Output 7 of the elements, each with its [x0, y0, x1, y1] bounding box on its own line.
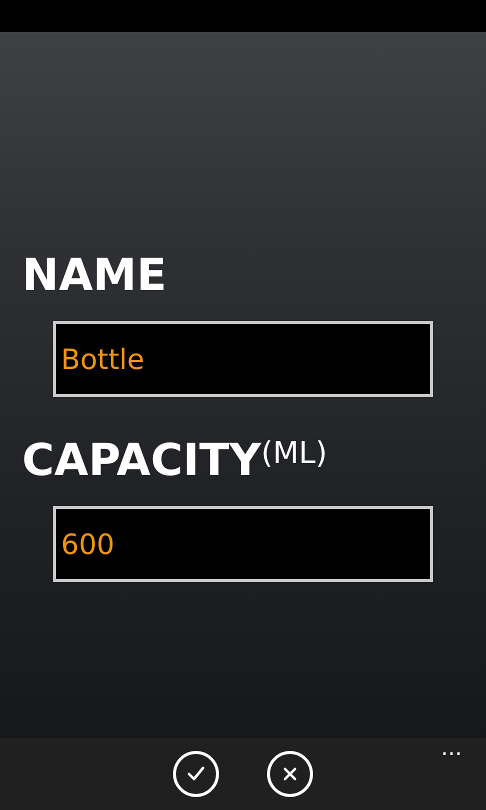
cancel-button[interactable]	[267, 751, 313, 797]
field-label: NAME	[22, 254, 168, 298]
field-label: CAPACITY$^{(ML)}$	[22, 439, 328, 483]
input-field[interactable]: 600	[53, 506, 433, 582]
more-button[interactable]: ...	[441, 738, 462, 760]
input-field[interactable]: Bottle	[53, 321, 433, 397]
confirm-button[interactable]	[173, 751, 219, 797]
